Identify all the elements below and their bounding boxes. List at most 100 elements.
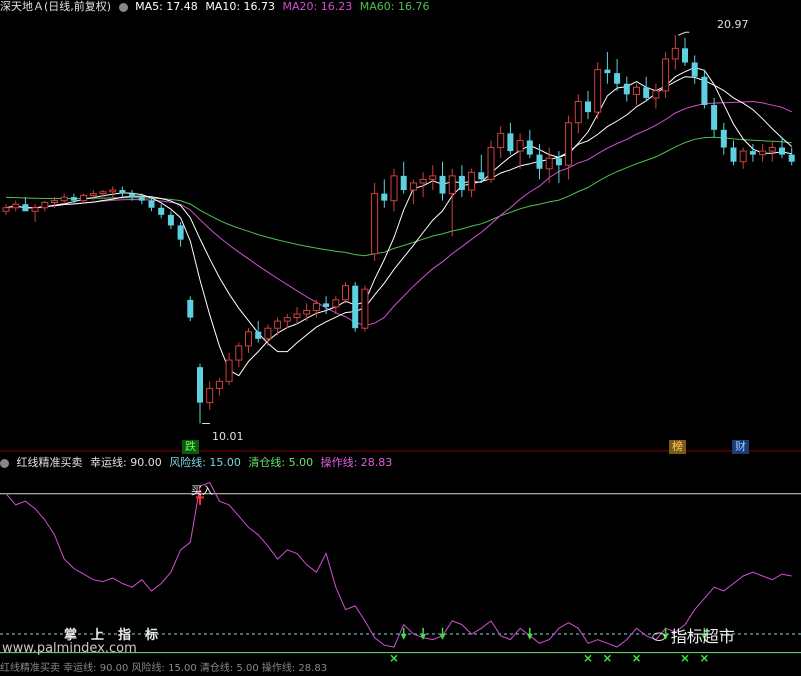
- drop-badge[interactable]: 跌: [182, 440, 199, 454]
- candle-body: [652, 90, 660, 99]
- candle-body: [119, 190, 126, 194]
- candle-body: [516, 139, 524, 152]
- high-marker: [678, 31, 690, 36]
- candle-body: [487, 147, 495, 180]
- ma60-value: MA60: 16.76: [359, 0, 430, 13]
- candle-body: [89, 193, 97, 196]
- candle-body: [312, 302, 320, 311]
- indicator-name: 红线精准买卖: [16, 456, 83, 469]
- candle-body: [60, 196, 68, 202]
- candle-body: [662, 58, 670, 92]
- candle-body: [255, 331, 262, 339]
- candle-body: [788, 154, 795, 162]
- candle-body: [711, 105, 718, 130]
- candle-body: [565, 122, 573, 166]
- candle-body: [585, 101, 591, 113]
- candle-body: [323, 303, 330, 307]
- candle-body: [390, 175, 398, 202]
- candle-body: [574, 100, 582, 124]
- candle-body: [167, 214, 174, 226]
- candle-body: [342, 285, 349, 301]
- candle-body: [283, 317, 291, 322]
- brand-text: 指标超市: [670, 627, 735, 646]
- candle-body: [303, 309, 311, 315]
- candle-body: [478, 172, 485, 180]
- ma60-line: [5, 136, 792, 257]
- candle-body: [497, 132, 505, 149]
- lucky-line-value: 幸运线: 90.00: [90, 456, 162, 469]
- candle-body: [187, 299, 194, 318]
- candle-body: [197, 367, 203, 403]
- candle-body: [779, 147, 785, 155]
- candle-body: [720, 129, 727, 148]
- finance-badge[interactable]: 财: [732, 440, 749, 454]
- bottom-legend-partial: 红线精准买卖 幸运线: 90.00 风险线: 15.00 清仓线: 5.00 操…: [0, 663, 328, 674]
- candle-body: [235, 345, 243, 361]
- candle-body: [594, 69, 602, 113]
- candle-body: [2, 207, 10, 212]
- candle-body: [274, 320, 282, 329]
- candle-body: [643, 87, 650, 98]
- candle-body: [371, 193, 379, 255]
- candle-body: [31, 207, 39, 212]
- candle-body: [526, 140, 533, 155]
- candle-body: [80, 194, 88, 202]
- sell-arrow: [400, 633, 407, 640]
- candle-body: [409, 182, 417, 191]
- settings-circle-icon[interactable]: [118, 2, 128, 12]
- stock-title: 深天地Ａ(日线,前复权): [0, 0, 112, 13]
- stock-chart[interactable]: [0, 0, 801, 669]
- candle-body: [177, 225, 184, 240]
- candle-body: [206, 387, 214, 404]
- candle-body: [158, 207, 165, 215]
- candle-body: [109, 189, 117, 193]
- settings-circle-icon[interactable]: [0, 458, 9, 468]
- watermark-brand: ⬭ 指标超市: [652, 623, 735, 647]
- ma20-value: MA20: 16.23: [282, 0, 353, 13]
- candle-body: [682, 48, 688, 63]
- operate-line-value: 操作线: 28.83: [320, 456, 393, 469]
- candle-body: [138, 197, 145, 201]
- list-badge[interactable]: 榜: [669, 440, 686, 454]
- ma20-line: [5, 100, 792, 327]
- candle-body: [439, 175, 446, 194]
- watermark-url: www.palmindex.com: [2, 641, 137, 656]
- candle-body: [332, 299, 340, 308]
- buy-signal-label: 买入: [191, 484, 213, 497]
- candle-body: [759, 150, 767, 156]
- wechat-icon: ⬭: [652, 627, 671, 646]
- candle-body: [691, 62, 698, 77]
- candle-body: [215, 380, 223, 389]
- ma10-value: MA10: 16.73: [205, 0, 276, 13]
- candle-body: [507, 133, 514, 152]
- candle-body: [448, 175, 456, 195]
- candle-body: [245, 331, 252, 347]
- candle-body: [614, 73, 621, 84]
- candle-body: [468, 171, 476, 191]
- ma5-value: MA5: 17.48: [135, 0, 198, 13]
- candle-body: [604, 69, 611, 74]
- candle-body: [768, 147, 776, 152]
- candle-body: [70, 197, 77, 201]
- candle-body: [633, 86, 640, 95]
- candle-body: [148, 200, 155, 208]
- candle-body: [458, 175, 465, 191]
- clear-line-value: 清仓线: 5.00: [248, 456, 314, 469]
- candle-body: [41, 201, 49, 209]
- candle-body: [293, 313, 301, 319]
- candle-body: [22, 204, 29, 212]
- candle-body: [381, 193, 388, 201]
- high-price-label: 20.97: [717, 18, 749, 31]
- candle-body: [99, 191, 107, 195]
- candle-body: [730, 147, 737, 162]
- candle-body: [400, 175, 407, 191]
- candle-body: [51, 200, 58, 203]
- main-legend: 深天地Ａ(日线,前复权) MA5: 17.48 MA10: 16.73 MA20…: [0, 0, 433, 14]
- candle-body: [555, 158, 562, 166]
- candle-body: [749, 151, 756, 155]
- candle-body: [361, 288, 369, 329]
- candle-body: [429, 175, 437, 180]
- low-price-label: 10.01: [212, 430, 244, 443]
- candle-body: [129, 193, 136, 198]
- candle-body: [225, 359, 233, 382]
